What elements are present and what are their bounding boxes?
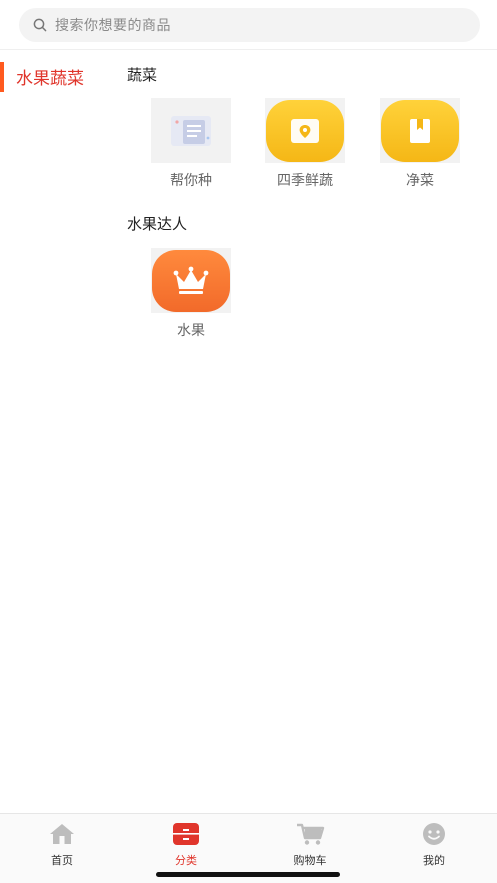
category-item-label: 四季鲜蔬	[277, 173, 333, 189]
section-title-vegetables: 蔬菜	[127, 66, 158, 84]
tab-category[interactable]: 分类	[146, 822, 226, 868]
tab-mine[interactable]: 我的	[394, 822, 474, 868]
smiley-icon	[394, 822, 474, 846]
search-placeholder: 搜索你想要的商品	[55, 18, 171, 34]
search-icon	[32, 17, 48, 33]
category-item[interactable]: 四季鲜蔬	[265, 98, 345, 190]
category-item-label: 水果	[177, 323, 205, 339]
tab-label: 购物车	[293, 854, 327, 867]
category-item-label: 帮你种	[170, 173, 212, 189]
book-icon	[381, 99, 459, 162]
sidebar-item-label: 水果蔬菜	[16, 68, 84, 89]
tab-label: 分类	[175, 854, 197, 867]
section-title-fruit-expert: 水果达人	[127, 215, 188, 233]
category-item[interactable]: 帮你种	[151, 98, 231, 190]
category-item[interactable]: 水果	[151, 248, 231, 340]
category-item[interactable]: 净菜	[380, 98, 460, 190]
tab-label: 首页	[51, 854, 73, 867]
tab-label: 我的	[423, 854, 445, 867]
tab-cart[interactable]: 购物车	[270, 822, 350, 868]
home-icon	[22, 822, 102, 846]
search-header: 搜索你想要的商品	[0, 0, 497, 50]
cart-icon	[270, 822, 350, 846]
map-location-icon	[266, 99, 344, 162]
category-icon	[146, 822, 226, 846]
search-input[interactable]: 搜索你想要的商品	[19, 8, 480, 42]
sidebar-item-fruit-veg[interactable]: 水果蔬菜	[0, 51, 113, 101]
home-indicator	[156, 872, 340, 877]
crown-icon	[152, 249, 230, 312]
document-placeholder-icon	[151, 98, 231, 163]
tab-home[interactable]: 首页	[22, 822, 102, 868]
category-sidebar: 水果蔬菜	[0, 51, 113, 101]
category-item-label: 净菜	[406, 173, 434, 189]
